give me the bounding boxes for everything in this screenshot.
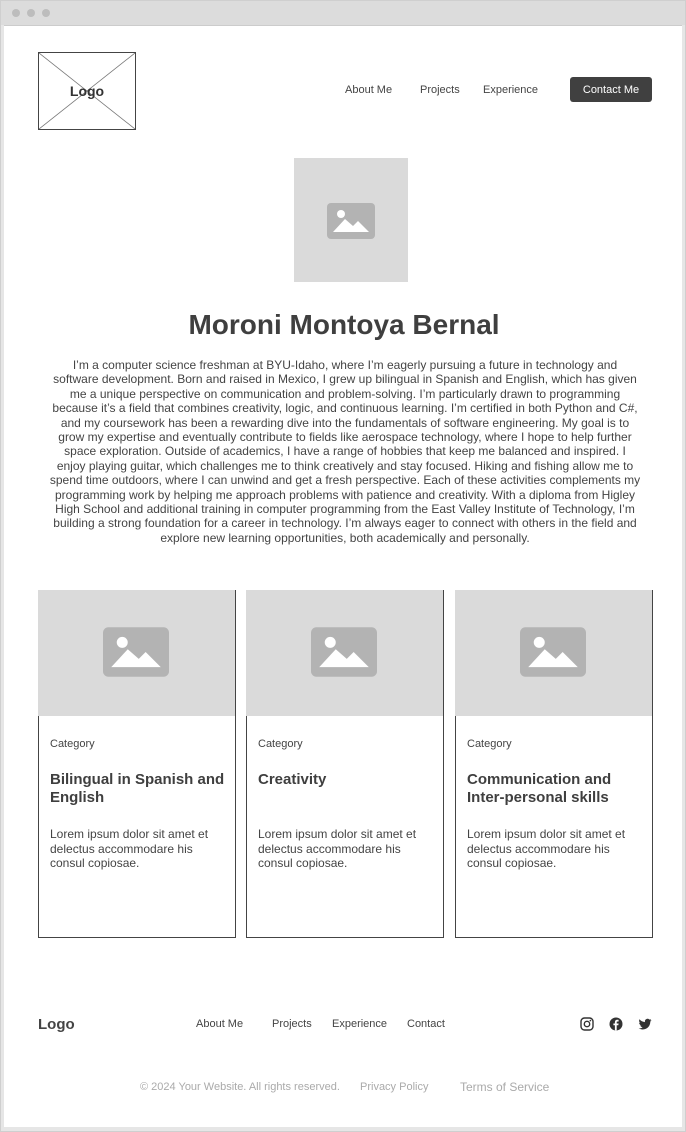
window-chrome [1, 1, 685, 26]
image-placeholder-icon [327, 203, 375, 239]
nav-experience[interactable]: Experience [483, 84, 538, 96]
card-image [246, 590, 443, 716]
twitter-icon[interactable] [638, 1017, 652, 1031]
card-description: Lorem ipsum dolor sit amet et delectus a… [50, 827, 209, 870]
card-title: Creativity [258, 771, 327, 788]
image-placeholder-icon [520, 627, 586, 677]
nav-projects[interactable]: Projects [420, 84, 460, 96]
footer-link-experience[interactable]: Experience [332, 1018, 387, 1030]
logo-text: Logo [69, 83, 105, 99]
card-category: Category [467, 738, 512, 750]
window-dot-icon [42, 9, 50, 17]
privacy-policy-link[interactable]: Privacy Policy [360, 1081, 428, 1093]
card-category: Category [50, 738, 95, 750]
copyright-text: © 2024 Your Website. All rights reserved… [140, 1081, 340, 1093]
instagram-icon[interactable] [580, 1017, 594, 1031]
card-description: Lorem ipsum dolor sit amet et delectus a… [258, 827, 417, 870]
skill-card[interactable]: Category Creativity Lorem ipsum dolor si… [246, 590, 444, 938]
header-logo[interactable]: Logo [38, 52, 136, 130]
footer-logo[interactable]: Logo [38, 1016, 75, 1033]
card-image [455, 590, 652, 716]
window-border-right [682, 25, 685, 1131]
contact-me-button[interactable]: Contact Me [570, 77, 652, 102]
facebook-icon[interactable] [609, 1017, 623, 1031]
card-description: Lorem ipsum dolor sit amet et delectus a… [467, 827, 626, 870]
image-placeholder-icon [311, 627, 377, 677]
footer-link-projects[interactable]: Projects [272, 1018, 312, 1030]
skill-card[interactable]: Category Communication and Inter-persona… [455, 590, 653, 938]
window-dot-icon [27, 9, 35, 17]
page-title: Moroni Montoya Bernal [188, 309, 500, 340]
card-category: Category [258, 738, 303, 750]
image-placeholder-icon [103, 627, 169, 677]
window-border-left [1, 25, 4, 1131]
browser-window: Logo About Me Projects Experience Contac… [0, 0, 686, 1132]
card-image [38, 590, 235, 716]
terms-of-service-link[interactable]: Terms of Service [460, 1080, 549, 1094]
footer-link-about-me[interactable]: About Me [196, 1018, 243, 1030]
window-dot-icon [12, 9, 20, 17]
nav-about-me[interactable]: About Me [345, 84, 392, 96]
profile-image [294, 158, 408, 282]
skill-card[interactable]: Category Bilingual in Spanish and Englis… [38, 590, 236, 938]
card-title: Bilingual in Spanish and English [50, 771, 225, 806]
footer-link-contact[interactable]: Contact [407, 1018, 445, 1030]
window-border-bottom [1, 1127, 685, 1131]
card-title: Communication and Inter-personal skills [467, 771, 612, 806]
bio-paragraph: I’m a computer science freshman at BYU-I… [49, 358, 641, 545]
